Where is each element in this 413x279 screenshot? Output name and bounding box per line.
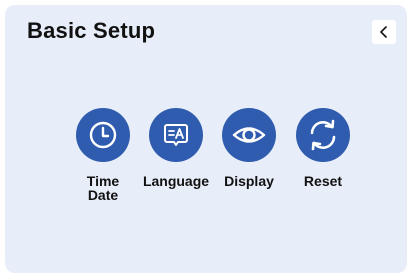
display-button[interactable] [222,108,276,162]
display-label: Display [224,173,274,189]
refresh-icon [310,119,336,151]
chevron-left-icon [380,26,387,38]
reset-button[interactable] [296,108,350,162]
time-date-button[interactable] [76,108,130,162]
setup-panel: Basic Setup Time Date Language Display R… [5,5,407,273]
date-label: Date [87,187,119,203]
reset-label: Reset [303,173,343,189]
time-date-label: Time Date [78,174,128,202]
time-label: Time [86,173,120,189]
eye-icon [232,127,266,143]
language-button[interactable] [149,108,203,162]
language-icon [164,124,188,146]
clock-icon [89,121,117,149]
back-button[interactable] [372,20,396,44]
page-title: Basic Setup [27,18,156,43]
language-label: Language [142,173,210,189]
